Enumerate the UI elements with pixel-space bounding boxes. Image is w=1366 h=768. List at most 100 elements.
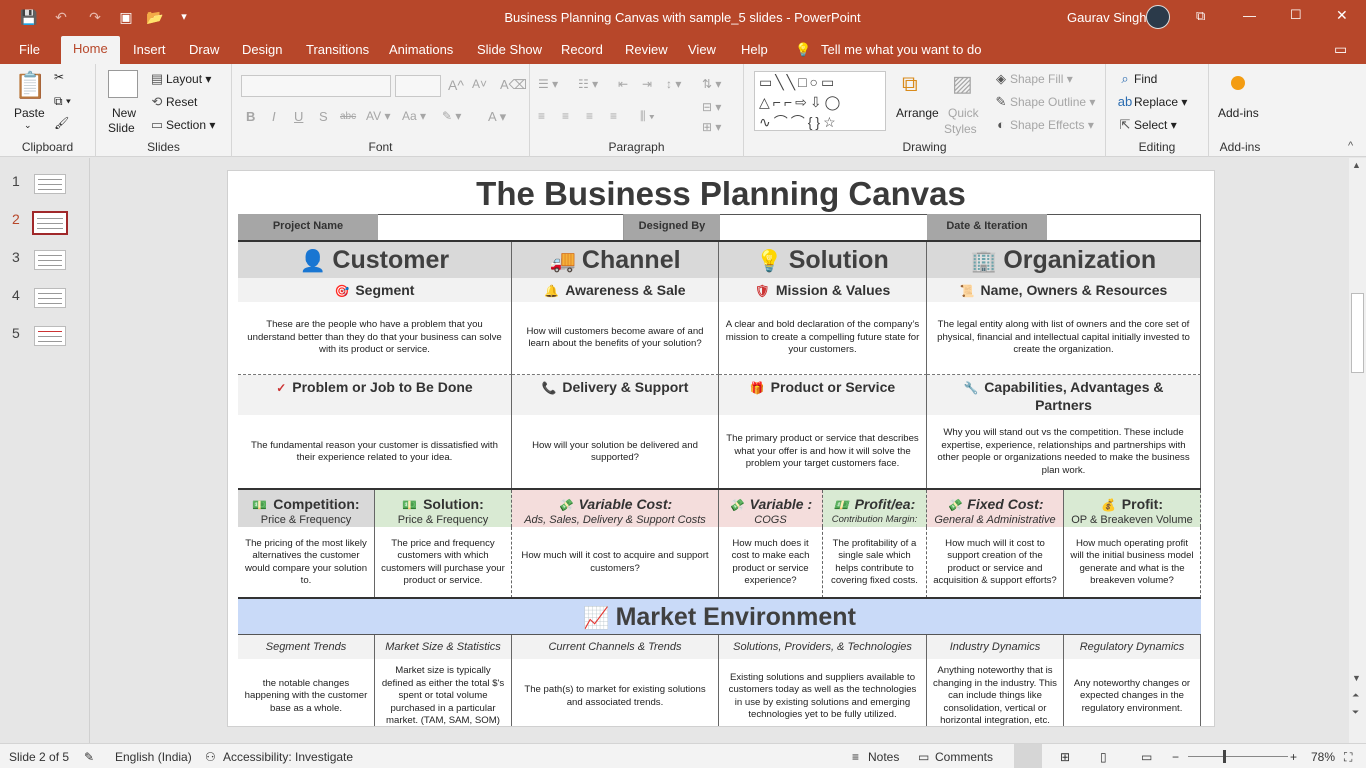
tab-file[interactable]: File (19, 41, 40, 58)
market-body[interactable]: Existing solutions and suppliers availab… (719, 659, 927, 726)
underline-icon[interactable]: U (294, 109, 303, 124)
redo-icon[interactable]: ↷ (84, 7, 106, 27)
text-direction-icon[interactable]: ⇅ ▾ (702, 77, 721, 91)
cut-icon[interactable]: ✂ (54, 70, 64, 84)
shape-fill-button[interactable]: ◈ Shape Fill ▾ (992, 71, 1073, 87)
layout-button[interactable]: ▤ Layout ▾ (148, 71, 212, 87)
user-name[interactable]: Gaurav Singh (1067, 10, 1147, 25)
new-slide-button[interactable]: New (112, 106, 136, 120)
tell-me-search[interactable]: Tell me what you want to do (821, 41, 981, 58)
close-icon[interactable]: ✕ (1336, 7, 1348, 24)
pricing-body[interactable]: The profitability of a single sale which… (823, 527, 927, 598)
decrease-indent-icon[interactable]: ⇤ (618, 77, 628, 91)
new-slide-label-2[interactable]: Slide (108, 121, 135, 135)
bold-icon[interactable]: B (246, 109, 255, 124)
tab-animations[interactable]: Animations (389, 41, 453, 58)
tab-review[interactable]: Review (625, 41, 668, 58)
pricing-body[interactable]: How much will it cost to support creatio… (927, 527, 1064, 598)
section-body[interactable]: The primary product or service that desc… (719, 415, 927, 489)
section-body[interactable]: These are the people who have a problem … (238, 302, 512, 375)
pricing-body[interactable]: How much will it cost to acquire and sup… (512, 527, 719, 598)
grow-font-icon[interactable]: A^ (448, 77, 464, 93)
spell-check-icon[interactable]: ✎ (84, 750, 94, 764)
slide-title[interactable]: The Business Planning Canvas (228, 175, 1214, 213)
section-body[interactable]: A clear and bold declaration of the comp… (719, 302, 927, 375)
addins-button[interactable]: Add-ins (1218, 106, 1259, 120)
shrink-font-icon[interactable]: A˅ (472, 77, 487, 91)
format-painter-icon[interactable]: 🖌 (54, 116, 69, 130)
slideshow-view-icon[interactable]: ▭ (1141, 750, 1152, 764)
tab-design[interactable]: Design (242, 41, 282, 58)
paste-button[interactable]: Paste (14, 106, 45, 120)
section-body[interactable]: The fundamental reason your customer is … (238, 415, 512, 489)
change-case-icon[interactable]: Aa ▾ (402, 109, 426, 123)
comments-icon[interactable]: ▭ (918, 750, 929, 764)
section-button[interactable]: ▭ Section ▾ (148, 117, 216, 133)
comments-button[interactable]: Comments (935, 750, 993, 764)
zoom-slider[interactable] (1188, 756, 1288, 757)
slide-thumbnail-1[interactable] (34, 174, 66, 194)
shape-outline-button[interactable]: ✎ Shape Outline ▾ (992, 94, 1096, 110)
scroll-up-icon[interactable]: ▲ (1352, 160, 1361, 170)
present-icon[interactable]: ▣ (115, 7, 137, 27)
market-body[interactable]: Market size is typically defined as eith… (375, 659, 512, 726)
columns-icon[interactable]: ⫼ ▾ (640, 109, 655, 124)
designed-by-field[interactable] (720, 214, 927, 240)
arrange-button[interactable]: Arrange (896, 106, 939, 120)
find-button[interactable]: ⌕ Find (1116, 71, 1157, 87)
market-body[interactable]: the notable changes happening with the c… (238, 659, 375, 726)
increase-indent-icon[interactable]: ⇥ (642, 77, 652, 91)
shape-effects-button[interactable]: ◐ Shape Effects ▾ (992, 117, 1094, 132)
select-button[interactable]: ⇱ Select ▾ (1116, 117, 1177, 133)
highlight-icon[interactable]: ✎ ▾ (442, 109, 461, 123)
shadow-icon[interactable]: S (319, 109, 328, 124)
pricing-body[interactable]: The pricing of the most likely alternati… (238, 527, 375, 598)
next-slide-icon[interactable]: ⏷ (1352, 707, 1359, 718)
numbering-icon[interactable]: ☷ ▾ (578, 77, 598, 91)
scroll-thumb[interactable] (1351, 293, 1364, 373)
save-icon[interactable]: 💾 (18, 7, 40, 27)
comment-icon[interactable]: ▭ (1334, 41, 1347, 58)
pricing-body[interactable]: The price and frequency customers with w… (375, 527, 512, 598)
font-color-icon[interactable]: A ▾ (488, 109, 506, 125)
strikethrough-icon[interactable]: abc (340, 111, 356, 122)
tab-slide-show[interactable]: Slide Show (477, 41, 542, 58)
font-name-select[interactable] (241, 75, 391, 97)
accessibility-status[interactable]: Accessibility: Investigate (223, 750, 353, 764)
addins-icon[interactable] (1231, 76, 1245, 90)
slide-thumbnail-3[interactable] (34, 250, 66, 270)
project-name-field[interactable] (378, 214, 624, 240)
replace-button[interactable]: ab Replace ▾ (1116, 94, 1188, 109)
vertical-scrollbar[interactable]: ▲ ▼ ⏶ ⏷ (1349, 158, 1366, 743)
collapse-ribbon-icon[interactable]: ^ (1348, 140, 1353, 152)
tab-view[interactable]: View (688, 41, 716, 58)
language[interactable]: English (India) (115, 750, 192, 764)
zoom-out-icon[interactable]: − (1172, 750, 1179, 764)
accessibility-icon[interactable]: ⚇ (205, 750, 216, 764)
justify-icon[interactable]: ≡ (610, 109, 617, 123)
arrange-icon[interactable]: ⧉ (902, 71, 918, 97)
tab-draw[interactable]: Draw (189, 41, 219, 58)
slide-thumbnail-2[interactable] (32, 211, 68, 235)
section-body[interactable]: Why you will stand out vs the competitio… (927, 415, 1201, 489)
reset-button[interactable]: ⟲ Reset (148, 94, 198, 110)
open-icon[interactable]: 📂 (144, 7, 166, 27)
tab-help[interactable]: Help (741, 41, 768, 58)
smartart-icon[interactable]: ⊞ ▾ (702, 120, 721, 134)
line-spacing-icon[interactable]: ↕ ▾ (666, 77, 681, 91)
section-body[interactable]: How will your solution be delivered and … (512, 415, 719, 489)
section-body[interactable]: How will customers become aware of and l… (512, 302, 719, 375)
slide-canvas[interactable]: The Business Planning Canvas Project Nam… (227, 170, 1215, 727)
pricing-body[interactable]: How much operating profit will the initi… (1064, 527, 1201, 598)
char-spacing-icon[interactable]: AV ▾ (366, 109, 390, 123)
quick-styles-button[interactable]: Quick (948, 106, 979, 120)
new-slide-icon[interactable] (108, 70, 138, 98)
italic-icon[interactable]: I (272, 109, 276, 124)
align-center-icon[interactable]: ≡ (562, 109, 569, 123)
ribbon-display-icon[interactable]: ⧉ (1196, 8, 1205, 24)
pricing-body[interactable]: How much does it cost to make each produ… (719, 527, 823, 598)
align-right-icon[interactable]: ≡ (586, 109, 593, 123)
zoom-slider-thumb[interactable] (1223, 750, 1226, 763)
slide-thumbnail-5[interactable] (34, 326, 66, 346)
notes-button[interactable]: Notes (868, 750, 899, 764)
